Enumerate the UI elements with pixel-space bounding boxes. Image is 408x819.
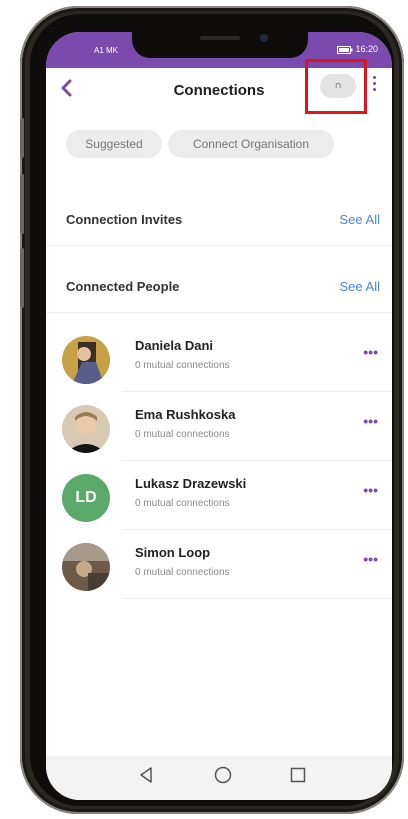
more-options-button[interactable]: ••• [363,344,378,360]
person-mutual-count: 0 mutual connections [135,498,230,509]
more-options-button[interactable]: ••• [363,413,378,429]
section-connection-invites: Connection Invites See All [46,212,392,242]
status-indicators: 16:20 [336,44,378,54]
person-mutual-count: 0 mutual connections [135,360,230,371]
avatar [62,336,110,384]
person-mutual-count: 0 mutual connections [135,429,230,440]
side-button [20,174,24,234]
person-name: Lukasz Drazewski [135,476,247,491]
more-options-button[interactable]: ••• [363,551,378,567]
status-time: 16:20 [355,44,378,54]
highlight-box [305,59,367,114]
see-all-connected-link[interactable]: See All [340,279,380,294]
person-mutual-count: 0 mutual connections [135,567,230,578]
section-connected-people: Connected People See All [46,279,392,309]
front-camera [260,34,268,42]
circle-home-icon[interactable] [214,766,232,784]
phone-notch [132,32,308,58]
phone-screen: A1 MK 16:20 Connections ∩ Suggested Conn… [46,32,392,800]
chip-connect-organisation[interactable]: Connect Organisation [168,130,334,158]
avatar [62,543,110,591]
section-title: Connection Invites [66,212,183,227]
see-all-invites-link[interactable]: See All [340,212,380,227]
divider [122,391,392,392]
person-name: Simon Loop [135,545,211,560]
divider [46,245,392,246]
divider [122,598,392,599]
avatar: LD [62,474,110,522]
divider [122,529,392,530]
section-title: Connected People [66,279,180,294]
avatar [62,405,110,453]
person-name: Ema Rushkoska [135,407,236,422]
chip-suggested[interactable]: Suggested [66,130,162,158]
more-options-button[interactable]: ••• [363,482,378,498]
side-button [20,118,24,158]
divider [122,460,392,461]
carrier-label: A1 MK [94,46,119,55]
speaker-grille [200,36,240,40]
system-nav-bar [46,756,392,800]
kebab-menu-icon[interactable] [372,76,378,94]
square-recents-icon[interactable] [290,766,306,784]
battery-icon [336,45,353,54]
triangle-back-icon[interactable] [138,766,154,784]
divider [46,312,392,313]
person-name: Daniela Dani [135,338,214,353]
side-button [20,248,24,308]
